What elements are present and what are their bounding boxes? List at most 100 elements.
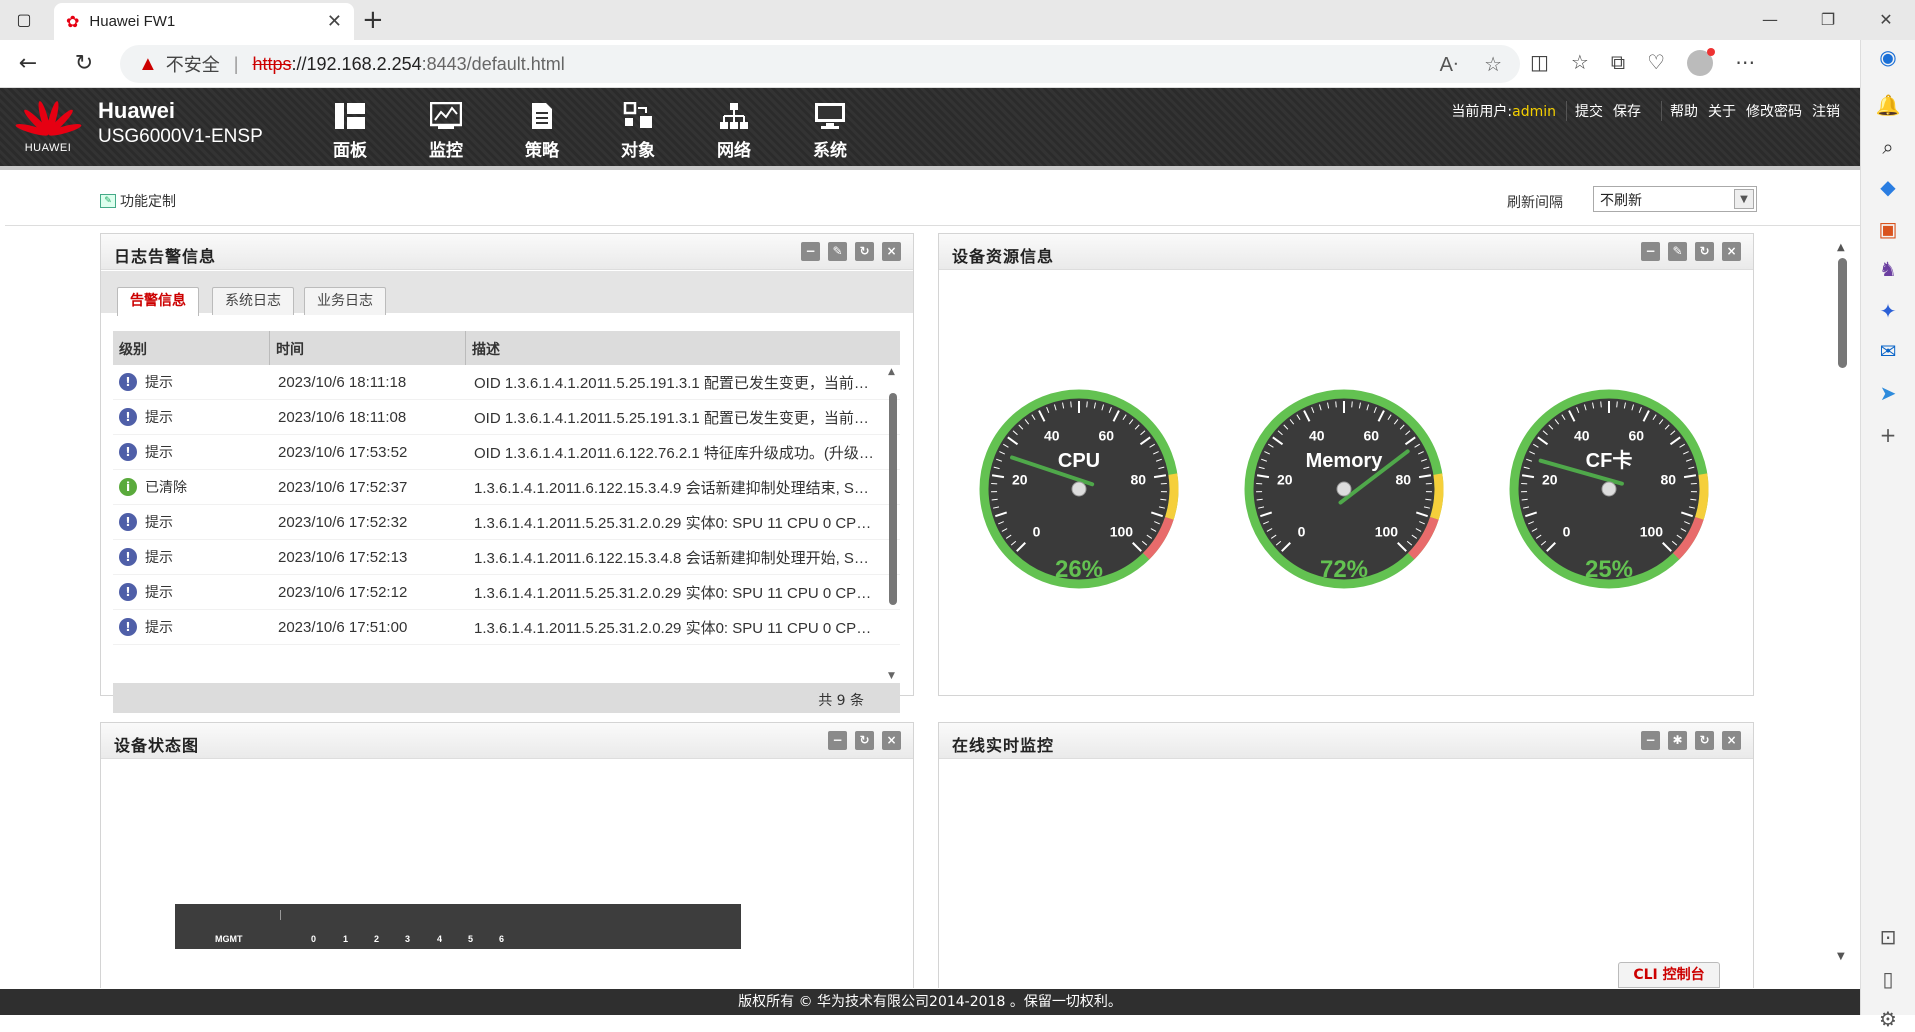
logout-link[interactable]: 注销 (1812, 101, 1840, 121)
table-scrollbar[interactable]: ▲ ▼ (886, 365, 900, 683)
more-menu-icon[interactable]: ⋯ (1735, 50, 1755, 76)
read-aloud-icon[interactable]: Aᐧ (1440, 52, 1458, 77)
port-label[interactable]: 5 (468, 934, 499, 944)
column-time[interactable]: 时间 (270, 331, 466, 365)
about-link[interactable]: 关于 (1708, 101, 1736, 121)
scroll-down-icon[interactable]: ▼ (888, 671, 895, 681)
chevron-down-icon: ▼ (1734, 189, 1754, 209)
port-label[interactable]: 4 (437, 934, 468, 944)
scroll-up-icon[interactable]: ▲ (1837, 242, 1845, 253)
refresh-interval-select[interactable]: 不刷新 ▼ (1593, 186, 1757, 212)
tab-system-log[interactable]: 系统日志 (212, 287, 294, 315)
copilot-icon[interactable]: ◉ (1875, 44, 1901, 70)
tab-close-icon[interactable]: ✕ (327, 11, 342, 32)
port-label[interactable]: 6 (499, 934, 530, 944)
browser-tab[interactable]: ✿ Huawei FW1 ✕ (54, 3, 354, 40)
tab-alarms[interactable]: 告警信息 (117, 287, 199, 316)
table-row[interactable]: !提示2023/10/6 18:11:08OID 1.3.6.1.4.1.201… (113, 400, 900, 435)
change-password-link[interactable]: 修改密码 (1746, 101, 1802, 121)
close-icon[interactable]: × (1722, 242, 1741, 261)
games-icon[interactable]: ♞ (1875, 256, 1901, 282)
notification-bell-icon[interactable]: 🔔 (1875, 92, 1901, 118)
refresh-icon[interactable]: ↻ (1695, 731, 1714, 750)
minimize-icon[interactable]: − (828, 731, 847, 750)
table-row[interactable]: i已清除2023/10/6 17:52:371.3.6.1.4.1.2011.6… (113, 470, 900, 505)
gauge-scale-label: 60 (1363, 428, 1379, 444)
close-icon[interactable]: × (882, 242, 901, 261)
settings-icon[interactable]: ✱ (1668, 731, 1687, 750)
outlook-icon[interactable]: ✉ (1875, 338, 1901, 364)
port-label[interactable]: 0 (311, 934, 343, 944)
settings-gear-icon[interactable]: ⚙ (1875, 1006, 1901, 1032)
port-label[interactable]: 3 (405, 934, 437, 944)
split-screen-icon[interactable]: ◫ (1530, 50, 1549, 76)
nav-monitor[interactable]: 监控 (398, 102, 494, 161)
cli-console-button[interactable]: CLI 控制台 (1618, 962, 1720, 988)
table-row[interactable]: !提示2023/10/6 17:52:131.3.6.1.4.1.2011.6.… (113, 540, 900, 575)
send-icon[interactable]: ➤ (1875, 380, 1901, 406)
refresh-icon[interactable]: ↻ (855, 242, 874, 261)
edit-icon[interactable]: ✎ (1668, 242, 1687, 261)
user-bar: 当前用户:admin 提交 保存 帮助 关于 修改密码 注销 (1451, 101, 1840, 121)
shopping-tag-icon[interactable]: ◆ (1875, 174, 1901, 200)
level-text: 提示 (145, 407, 173, 427)
refresh-icon[interactable]: ↻ (855, 731, 874, 750)
search-icon[interactable]: ⌕ (1875, 134, 1901, 160)
gauge-scale-label: 0 (1033, 523, 1041, 539)
restore-icon[interactable]: ❐ (1799, 0, 1857, 40)
table-row[interactable]: !提示2023/10/6 17:52:321.3.6.1.4.1.2011.5.… (113, 505, 900, 540)
refresh-icon[interactable]: ↻ (1695, 242, 1714, 261)
info-alert-icon: ! (119, 513, 137, 531)
minimize-icon[interactable]: — (1741, 0, 1799, 40)
tools-briefcase-icon[interactable]: ▣ (1875, 216, 1901, 242)
nav-dashboard[interactable]: 面板 (302, 102, 398, 161)
nav-network[interactable]: 网络 (686, 102, 782, 161)
minimize-icon[interactable]: − (801, 242, 820, 261)
submit-link[interactable]: 提交 (1566, 101, 1603, 121)
microsoft365-icon[interactable]: ✦ (1875, 298, 1901, 324)
tab-service-log[interactable]: 业务日志 (304, 287, 386, 315)
scroll-up-icon[interactable]: ▲ (888, 367, 895, 377)
sidebar-settings-layout-icon[interactable]: ⊡ (1875, 924, 1901, 950)
edit-icon[interactable]: ✎ (828, 242, 847, 261)
column-level[interactable]: 级别 (113, 331, 270, 365)
new-tab-icon[interactable]: + (362, 6, 384, 34)
reload-icon[interactable]: ↻ (70, 50, 98, 78)
nav-policy[interactable]: 策略 (494, 102, 590, 161)
browser-essentials-icon[interactable]: ♡ (1647, 50, 1665, 76)
nav-system[interactable]: 系统 (782, 102, 878, 161)
table-row[interactable]: !提示2023/10/6 17:51:001.3.6.1.4.1.2011.5.… (113, 610, 900, 645)
save-link[interactable]: 保存 (1613, 101, 1641, 121)
port-label[interactable]: 2 (374, 934, 405, 944)
close-icon[interactable]: × (882, 731, 901, 750)
table-row[interactable]: !提示2023/10/6 17:52:121.3.6.1.4.1.2011.5.… (113, 575, 900, 610)
add-sidebar-app-icon[interactable]: + (1875, 422, 1901, 448)
address-bar[interactable]: ▲ 不安全 | https ://192.168.2.254 :8443/def… (120, 45, 1520, 83)
gauge-scale-label: 80 (1660, 472, 1676, 488)
close-icon[interactable]: × (1722, 731, 1741, 750)
minimize-icon[interactable]: − (1641, 731, 1660, 750)
dashboard-toolbar: ✎ 功能定制 刷新间隔 不刷新 ▼ (5, 174, 1860, 226)
favorite-star-icon[interactable]: ☆ (1484, 52, 1502, 77)
hide-sidebar-icon[interactable]: ▯ (1875, 966, 1901, 992)
close-window-icon[interactable]: ✕ (1857, 0, 1915, 40)
level-cell: !提示 (113, 547, 270, 567)
customize-link[interactable]: ✎ 功能定制 (100, 191, 176, 211)
gauge-band (1699, 474, 1704, 518)
favorites-icon[interactable]: ☆ (1571, 50, 1589, 76)
profile-avatar[interactable] (1687, 50, 1713, 76)
port-label[interactable]: 1 (343, 934, 374, 944)
page-scrollbar[interactable]: ▲ ▼ (1833, 242, 1853, 962)
help-link[interactable]: 帮助 (1661, 101, 1698, 121)
info-alert-icon: ! (119, 618, 137, 636)
scroll-down-icon[interactable]: ▼ (1837, 951, 1845, 962)
table-row[interactable]: !提示2023/10/6 17:53:52OID 1.3.6.1.4.1.201… (113, 435, 900, 470)
tab-actions-icon[interactable]: ▢ (12, 8, 36, 32)
minimize-icon[interactable]: − (1641, 242, 1660, 261)
collections-icon[interactable]: ⧉ (1611, 50, 1625, 76)
level-text: 提示 (145, 372, 173, 392)
back-icon[interactable]: ← (14, 50, 42, 78)
table-row[interactable]: !提示2023/10/6 18:11:18OID 1.3.6.1.4.1.201… (113, 365, 900, 400)
column-description[interactable]: 描述 (466, 331, 886, 365)
nav-object[interactable]: 对象 (590, 102, 686, 161)
